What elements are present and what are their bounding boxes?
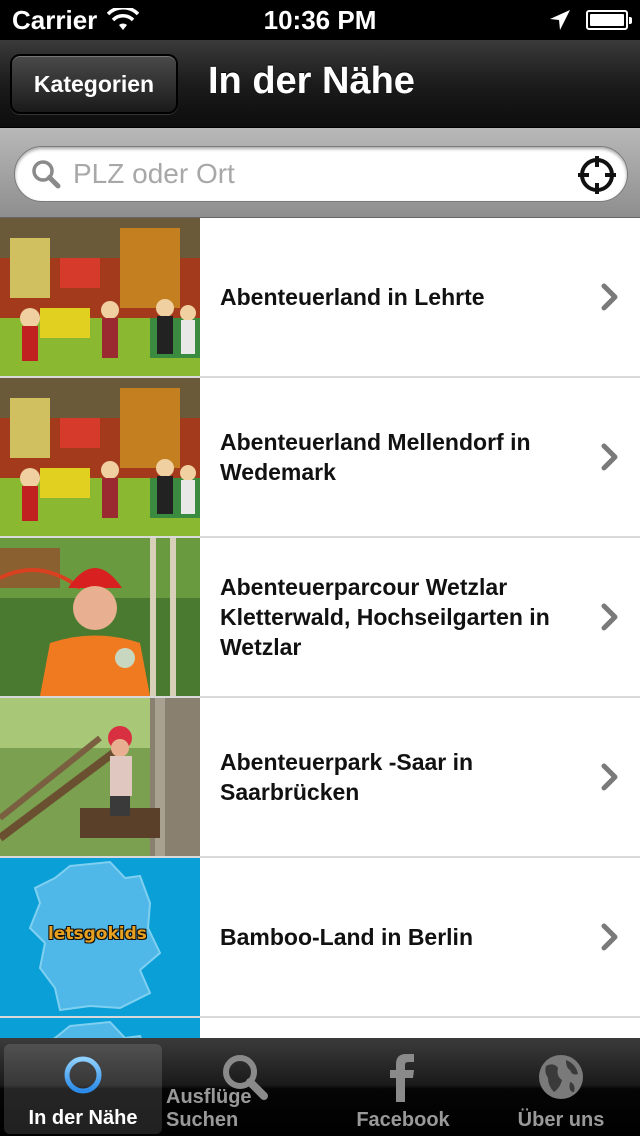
- list-item-title: Abenteuerland in Lehrte: [220, 284, 485, 310]
- locate-me-icon[interactable]: [577, 155, 617, 195]
- wifi-icon: [107, 8, 140, 30]
- navigation-bar: Kategorien In der Nähe: [0, 40, 640, 128]
- chevron-right-icon: [601, 603, 618, 631]
- list-item-title: Abenteuerland Mellendorf in Wedemark: [220, 429, 531, 485]
- crosshair-icon: [62, 1054, 104, 1096]
- playground-photo: [0, 378, 200, 536]
- attractions-list: Abenteuerland in Lehrte Abenteuerland Me…: [0, 218, 640, 1038]
- list-item-title: Bamboo-Land in Berlin: [220, 924, 473, 950]
- climbing-kid-photo: [0, 538, 200, 696]
- tab-ausfluege-suchen[interactable]: Ausflüge Suchen: [166, 1038, 324, 1136]
- chevron-right-icon: [601, 283, 618, 311]
- facebook-icon: [390, 1054, 414, 1102]
- playground-photo: [0, 218, 200, 376]
- search-bar: [0, 128, 640, 218]
- letsgokids-map-logo: [0, 1018, 200, 1038]
- tab-facebook[interactable]: Facebook: [324, 1038, 482, 1136]
- list-item[interactable]: Abenteuerland Mellendorf in Wedemark: [0, 378, 640, 538]
- list-item[interactable]: letsgokids Bamboo-Land in Berlin: [0, 858, 640, 1018]
- tab-in-der-naehe[interactable]: In der Nähe: [4, 1044, 162, 1134]
- status-time: 10:36 PM: [263, 4, 377, 35]
- list-item[interactable]: [0, 1018, 640, 1038]
- list-item[interactable]: Abenteuerparcour Wetzlar Kletterwald, Ho…: [0, 538, 640, 698]
- globe-icon: [539, 1055, 583, 1099]
- tab-label: Über uns: [517, 1109, 605, 1131]
- tab-label: Facebook: [356, 1109, 450, 1131]
- list-item-title: Abenteuerparcour Wetzlar Kletterwald, Ho…: [220, 574, 550, 660]
- letsgokids-logo-text: letsgokids: [48, 924, 147, 944]
- tab-label: In der Nähe: [28, 1107, 138, 1129]
- kategorien-button[interactable]: Kategorien: [10, 54, 178, 114]
- search-input[interactable]: [73, 158, 553, 190]
- list-item[interactable]: Abenteuerland in Lehrte: [0, 218, 640, 378]
- chevron-right-icon: [601, 443, 618, 471]
- search-icon: [223, 1055, 268, 1100]
- list-item[interactable]: Abenteuerpark -Saar in Saarbrücken: [0, 698, 640, 858]
- letsgokids-map-logo: letsgokids: [0, 858, 200, 1016]
- tab-ueber-uns[interactable]: Über uns: [482, 1038, 640, 1136]
- search-icon: [32, 160, 61, 189]
- climbing-forest-photo: [0, 698, 200, 856]
- list-item-title: Abenteuerpark -Saar in Saarbrücken: [220, 749, 474, 805]
- tab-bar: In der Nähe Ausflüge Suchen Facebook Übe…: [0, 1038, 640, 1136]
- battery-icon: [586, 10, 632, 30]
- carrier-label: Carrier: [12, 4, 98, 35]
- chevron-right-icon: [601, 763, 618, 791]
- location-arrow-icon: [550, 10, 570, 30]
- search-field[interactable]: [14, 146, 628, 202]
- page-title: In der Nähe: [208, 60, 415, 102]
- chevron-right-icon: [601, 923, 618, 951]
- status-bar: Carrier 10:36 PM: [0, 0, 640, 40]
